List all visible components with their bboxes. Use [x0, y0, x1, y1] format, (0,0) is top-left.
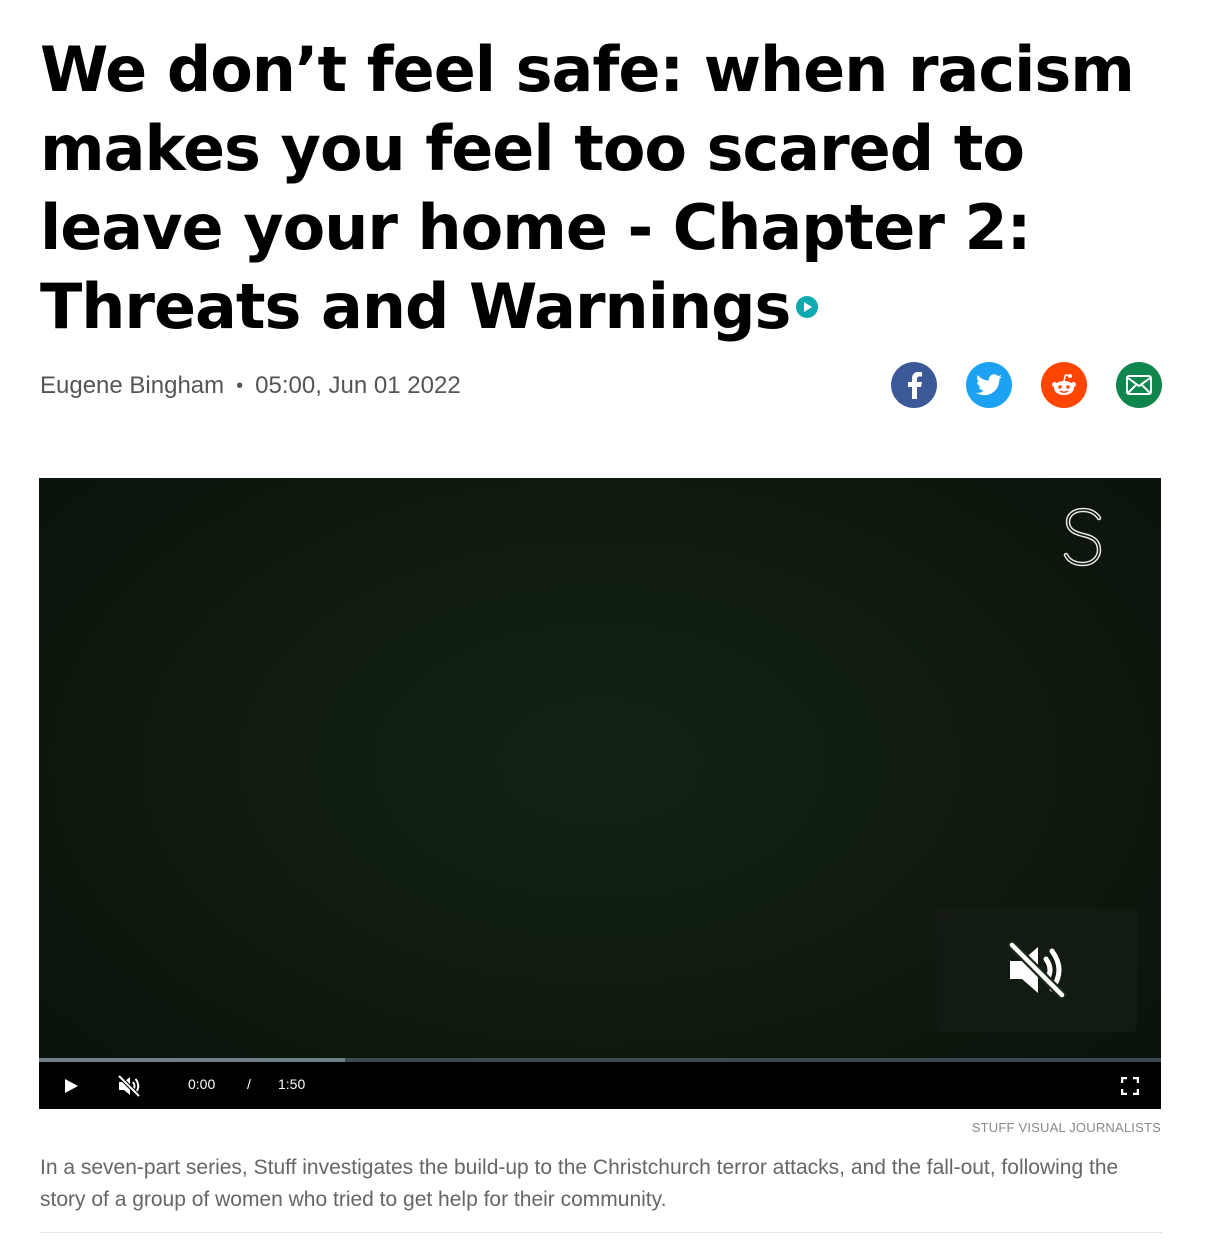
- fullscreen-button[interactable]: [1120, 1076, 1140, 1098]
- article-standfirst: In a seven-part series, Stuff investigat…: [40, 1156, 1119, 1211]
- divider: [40, 1232, 1162, 1233]
- video-controls: 0:00 / 1:50: [39, 1062, 1161, 1109]
- play-icon: [65, 1079, 78, 1093]
- mute-toggle-button[interactable]: [117, 1074, 141, 1101]
- publish-timestamp: 05:00, Jun 01 2022: [255, 372, 461, 399]
- duration: 1:50: [278, 1076, 306, 1092]
- twitter-icon: [976, 374, 1002, 396]
- share-reddit-button[interactable]: [1041, 362, 1087, 408]
- video-credit: STUFF VISUAL JOURNALISTS: [971, 1120, 1161, 1135]
- reddit-icon: [1052, 374, 1076, 395]
- fullscreen-icon: [1120, 1076, 1140, 1096]
- share-facebook-button[interactable]: [891, 362, 937, 408]
- muted-speaker-icon: [1007, 940, 1067, 1000]
- video-play-badge-icon[interactable]: [796, 295, 819, 318]
- stuff-logo-icon: [1063, 507, 1102, 567]
- unmute-overlay-button[interactable]: [937, 908, 1137, 1032]
- muted-speaker-small-icon: [117, 1074, 141, 1098]
- article-headline: We don’t feel safe: when racism makes yo…: [40, 33, 1135, 343]
- play-button[interactable]: [63, 1078, 79, 1097]
- video-player[interactable]: 0:00 / 1:50: [39, 478, 1161, 1109]
- share-email-button[interactable]: [1116, 362, 1162, 408]
- byline: Eugene Bingham • 05:00, Jun 01 2022: [40, 372, 461, 400]
- byline-separator: •: [236, 374, 244, 397]
- facebook-icon: [908, 372, 922, 399]
- time-separator: /: [247, 1076, 251, 1092]
- email-icon: [1126, 375, 1152, 395]
- current-time: 0:00: [188, 1076, 216, 1092]
- author-name[interactable]: Eugene Bingham: [40, 372, 224, 400]
- share-twitter-button[interactable]: [966, 362, 1012, 408]
